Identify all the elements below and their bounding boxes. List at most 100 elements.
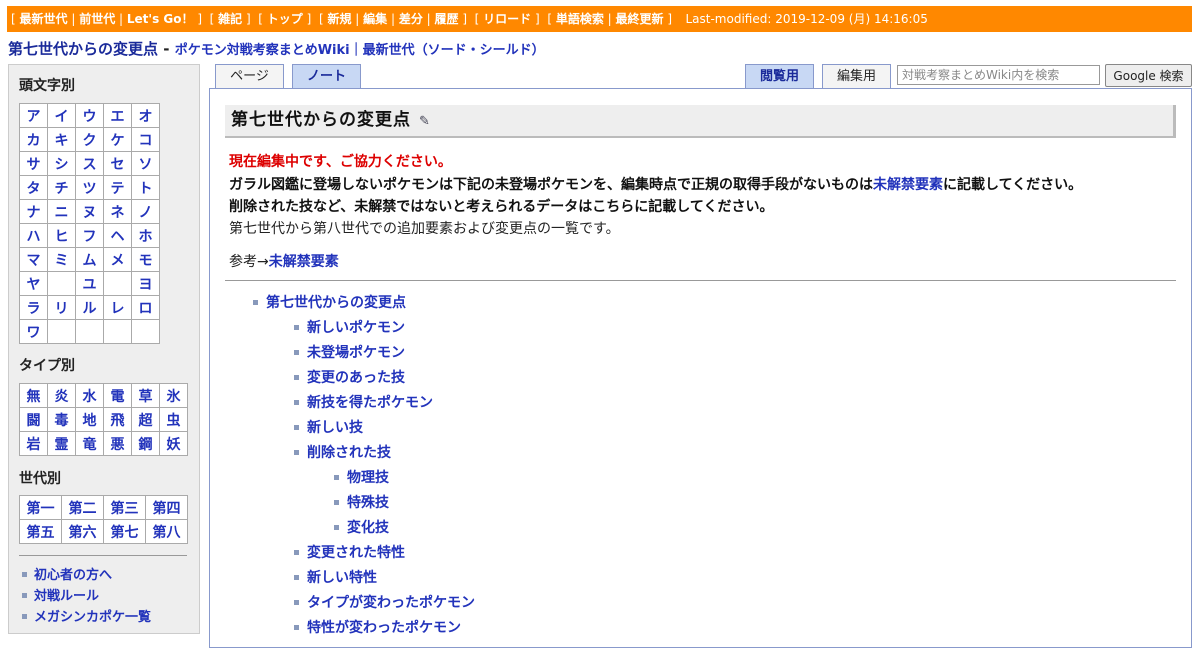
toc-link[interactable]: 特殊技: [347, 495, 389, 511]
kana-index-link[interactable]: メ: [103, 247, 132, 272]
type-index-link[interactable]: 飛: [103, 407, 132, 432]
type-index-link[interactable]: 妖: [159, 431, 188, 456]
kana-index-link[interactable]: ユ: [75, 271, 104, 296]
kana-index-link[interactable]: ス: [75, 151, 104, 176]
type-index-link[interactable]: 悪: [103, 431, 132, 456]
type-index-link[interactable]: 電: [103, 383, 132, 408]
type-index-link[interactable]: 水: [75, 383, 104, 408]
generation-index-link[interactable]: 第五: [19, 519, 62, 544]
kana-index-link[interactable]: オ: [131, 103, 160, 128]
top-nav-link[interactable]: トップ: [267, 12, 303, 26]
kana-index-link[interactable]: シ: [47, 151, 76, 176]
type-index-link[interactable]: 毒: [47, 407, 76, 432]
kana-index-link[interactable]: ヌ: [75, 199, 104, 224]
kana-index-link[interactable]: ウ: [75, 103, 104, 128]
kana-index-link[interactable]: サ: [19, 151, 48, 176]
kana-index-link[interactable]: ワ: [19, 319, 48, 344]
kana-index-link[interactable]: タ: [19, 175, 48, 200]
type-index-link[interactable]: 草: [131, 383, 160, 408]
kana-index-link[interactable]: ケ: [103, 127, 132, 152]
kana-index-link[interactable]: ラ: [19, 295, 48, 320]
kana-index-link[interactable]: テ: [103, 175, 132, 200]
kana-index-link[interactable]: カ: [19, 127, 48, 152]
kana-index-link[interactable]: ツ: [75, 175, 104, 200]
kana-index-link[interactable]: ハ: [19, 223, 48, 248]
toc-link[interactable]: 新しい特性: [307, 570, 377, 586]
kana-index-link[interactable]: ソ: [131, 151, 160, 176]
kana-index-link[interactable]: フ: [75, 223, 104, 248]
kana-index-link[interactable]: ト: [131, 175, 160, 200]
top-nav-link[interactable]: 雑記: [218, 12, 242, 26]
kana-index-link[interactable]: セ: [103, 151, 132, 176]
toc-link[interactable]: 削除された技: [307, 445, 391, 461]
type-index-link[interactable]: 岩: [19, 431, 48, 456]
toc-link[interactable]: タイプが変わったポケモン: [307, 595, 475, 611]
toc-link[interactable]: 未登場ポケモン: [307, 345, 405, 361]
top-nav-link[interactable]: 単語検索: [556, 12, 604, 26]
type-index-link[interactable]: 闘: [19, 407, 48, 432]
toc-link[interactable]: 物理技: [347, 470, 389, 486]
kana-index-link[interactable]: ム: [75, 247, 104, 272]
reference-link[interactable]: 未解禁要素: [269, 254, 339, 270]
kana-index-link[interactable]: ニ: [47, 199, 76, 224]
type-index-link[interactable]: 地: [75, 407, 104, 432]
kana-index-link[interactable]: ヤ: [19, 271, 48, 296]
type-index-link[interactable]: 竜: [75, 431, 104, 456]
type-index-link[interactable]: 炎: [47, 383, 76, 408]
unreleased-elements-link[interactable]: 未解禁要素: [873, 177, 943, 193]
generation-index-link[interactable]: 第八: [145, 519, 188, 544]
type-index-link[interactable]: 氷: [159, 383, 188, 408]
top-nav-link[interactable]: 最新世代: [20, 12, 68, 26]
top-nav-link[interactable]: 最終更新: [616, 12, 664, 26]
toc-link[interactable]: 特性が変わったポケモン: [307, 620, 461, 636]
top-nav-link[interactable]: 差分: [399, 12, 423, 26]
type-index-link[interactable]: 無: [19, 383, 48, 408]
sidebar-link[interactable]: メガシンカポケ一覧: [34, 610, 151, 625]
toc-link[interactable]: 第七世代からの変更点: [266, 295, 406, 311]
kana-index-link[interactable]: ネ: [103, 199, 132, 224]
tab-page[interactable]: ページ: [215, 64, 284, 88]
kana-index-link[interactable]: リ: [47, 295, 76, 320]
kana-index-link[interactable]: ヘ: [103, 223, 132, 248]
top-nav-link[interactable]: 履歴: [435, 12, 459, 26]
generation-index-link[interactable]: 第六: [61, 519, 104, 544]
toc-link[interactable]: 新しいポケモン: [307, 320, 405, 336]
toc-link[interactable]: 新しい技: [307, 420, 363, 436]
pencil-icon[interactable]: ✎: [419, 114, 431, 129]
kana-index-link[interactable]: ホ: [131, 223, 160, 248]
kana-index-link[interactable]: ノ: [131, 199, 160, 224]
google-search-button[interactable]: Google 検索: [1105, 64, 1192, 87]
top-nav-link[interactable]: 新規: [327, 12, 351, 26]
generation-index-link[interactable]: 第二: [61, 495, 104, 520]
type-index-link[interactable]: 鋼: [131, 431, 160, 456]
type-index-link[interactable]: 超: [131, 407, 160, 432]
kana-index-link[interactable]: エ: [103, 103, 132, 128]
page-title[interactable]: 第七世代からの変更点: [8, 40, 158, 58]
kana-index-link[interactable]: ク: [75, 127, 104, 152]
tab-edit-mode[interactable]: 編集用: [822, 64, 891, 88]
generation-index-link[interactable]: 第四: [145, 495, 188, 520]
kana-index-link[interactable]: イ: [47, 103, 76, 128]
sidebar-link[interactable]: 初心者の方へ: [34, 568, 112, 583]
sidebar-link[interactable]: 対戦ルール: [34, 589, 99, 604]
generation-index-link[interactable]: 第三: [103, 495, 146, 520]
kana-index-link[interactable]: ヨ: [131, 271, 160, 296]
top-nav-link[interactable]: 編集: [363, 12, 387, 26]
kana-index-link[interactable]: ミ: [47, 247, 76, 272]
tab-note[interactable]: ノート: [292, 64, 361, 88]
kana-index-link[interactable]: ナ: [19, 199, 48, 224]
type-index-link[interactable]: 虫: [159, 407, 188, 432]
kana-index-link[interactable]: キ: [47, 127, 76, 152]
site-subtitle-link[interactable]: ポケモン対戦考察まとめWiki｜最新世代（ソード・シールド）: [175, 43, 545, 58]
top-nav-link[interactable]: 前世代: [79, 12, 115, 26]
toc-link[interactable]: 新技を得たポケモン: [307, 395, 433, 411]
top-nav-link[interactable]: Let's Go！: [127, 12, 194, 26]
kana-index-link[interactable]: ロ: [131, 295, 160, 320]
kana-index-link[interactable]: ヒ: [47, 223, 76, 248]
kana-index-link[interactable]: チ: [47, 175, 76, 200]
generation-index-link[interactable]: 第一: [19, 495, 62, 520]
kana-index-link[interactable]: ル: [75, 295, 104, 320]
kana-index-link[interactable]: コ: [131, 127, 160, 152]
kana-index-link[interactable]: モ: [131, 247, 160, 272]
toc-link[interactable]: 変更のあった技: [307, 370, 405, 386]
